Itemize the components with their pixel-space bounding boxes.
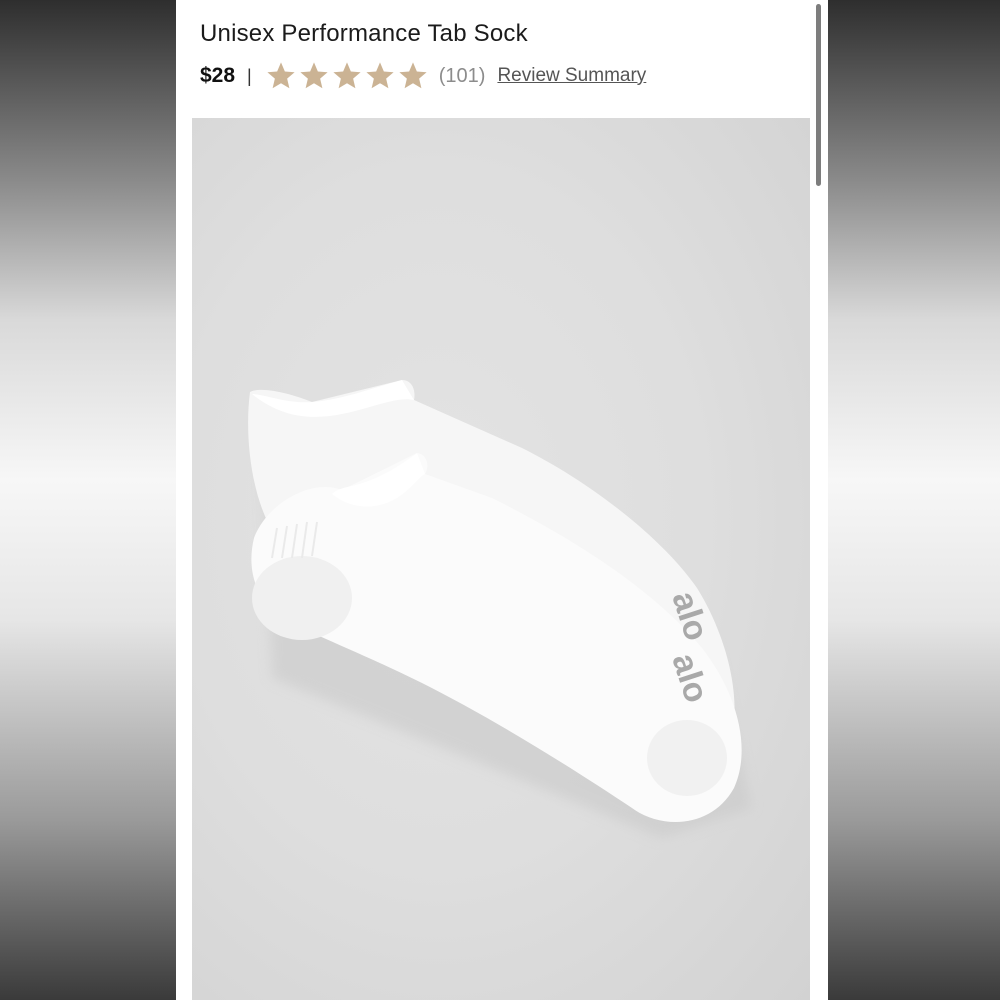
scrollbar-thumb[interactable] [816, 4, 821, 186]
star-icon [300, 62, 328, 89]
price-separator: | [247, 65, 252, 86]
review-summary-link[interactable]: Review Summary [497, 65, 646, 87]
product-price: $28 [200, 64, 236, 87]
review-count: (101) [438, 64, 486, 87]
product-title: Unisex Performance Tab Sock [200, 20, 528, 47]
product-image[interactable]: alo alo [192, 118, 810, 1000]
star-icon [333, 62, 361, 89]
star-icon [267, 62, 295, 89]
star-icon [366, 62, 394, 89]
price-rating-row: $28 | (101) Review Summary [200, 58, 646, 94]
star-icon [399, 62, 427, 89]
right-backdrop [828, 0, 1000, 1000]
left-backdrop [0, 0, 176, 1000]
socks-illustration: alo alo [248, 380, 752, 838]
product-page: Unisex Performance Tab Sock $28 | (101) … [176, 0, 828, 1000]
star-rating[interactable] [265, 60, 429, 92]
